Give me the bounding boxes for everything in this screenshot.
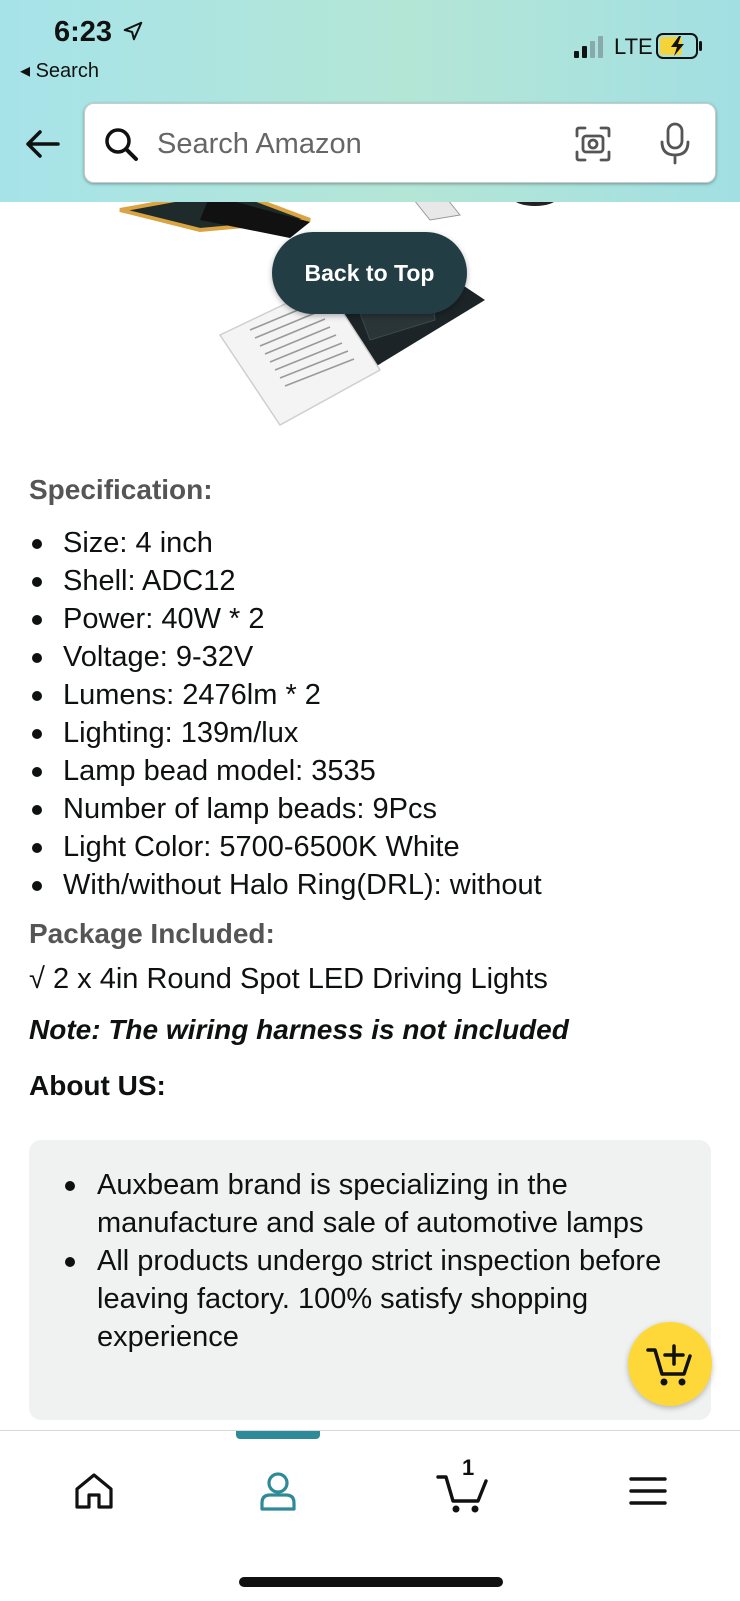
top-header: 6:23 ◂ Search LTE <box>0 0 740 202</box>
list-item: Light Color: 5700-6500K White <box>29 828 719 866</box>
add-to-cart-fab[interactable] <box>628 1322 712 1406</box>
nav-account[interactable] <box>248 1461 308 1521</box>
list-item: Lighting: 139m/lux <box>29 714 719 752</box>
about-heading: About US: <box>29 1070 166 1101</box>
list-item: Lamp bead model: 3535 <box>29 752 719 790</box>
package-item: √ 2 x 4in Round Spot LED Driving Lights <box>29 963 548 995</box>
network-type: LTE <box>614 34 653 59</box>
active-tab-indicator <box>236 1431 320 1439</box>
search-bar[interactable] <box>84 103 716 183</box>
about-us-box: Auxbeam brand is specializing in the man… <box>29 1140 711 1420</box>
add-to-cart-icon <box>646 1344 692 1386</box>
list-item: Shell: ADC12 <box>29 562 719 600</box>
battery-charging-icon <box>656 33 702 59</box>
home-icon <box>75 1473 113 1509</box>
nav-home[interactable] <box>64 1461 124 1521</box>
back-arrow-icon[interactable] <box>22 124 62 164</box>
product-image <box>119 190 557 426</box>
list-item: Auxbeam brand is specializing in the man… <box>65 1166 681 1242</box>
cart-count-badge: 1 <box>462 1455 475 1480</box>
list-item: Number of lamp beads: 9Pcs <box>29 790 719 828</box>
nav-cart[interactable]: 1 <box>434 1455 494 1521</box>
signal-icon <box>574 36 603 58</box>
menu-icon <box>629 1477 667 1505</box>
account-icon <box>260 1472 296 1511</box>
list-item: Power: 40W * 2 <box>29 600 719 638</box>
search-input[interactable] <box>155 122 619 166</box>
nav-menu[interactable] <box>618 1461 678 1521</box>
search-icon <box>105 128 138 161</box>
home-indicator <box>239 1577 503 1587</box>
camera-icon[interactable] <box>573 124 613 164</box>
about-list: Auxbeam brand is specializing in the man… <box>29 1140 711 1356</box>
wiring-note: Note: The wiring harness is not included <box>29 1014 569 1045</box>
back-to-top-button[interactable]: Back to Top <box>272 232 467 314</box>
location-arrow-icon <box>123 21 143 41</box>
product-description: Specification: Size: 4 inch Shell: ADC12… <box>29 474 719 1104</box>
list-item: Lumens: 2476lm * 2 <box>29 676 719 714</box>
list-item: Size: 4 inch <box>29 524 719 562</box>
specification-heading: Specification: <box>29 474 213 505</box>
list-item: With/without Halo Ring(DRL): without <box>29 866 719 904</box>
back-to-search-app[interactable]: ◂ Search <box>20 58 99 83</box>
specification-list: Size: 4 inch Shell: ADC12 Power: 40W * 2… <box>29 524 719 904</box>
bottom-nav: 1 <box>0 1430 740 1601</box>
list-item: Voltage: 9-32V <box>29 638 719 676</box>
package-heading: Package Included: <box>29 918 275 949</box>
status-time: 6:23 <box>54 16 113 48</box>
microphone-icon[interactable] <box>657 122 693 166</box>
list-item: All products undergo strict inspection b… <box>65 1242 681 1356</box>
